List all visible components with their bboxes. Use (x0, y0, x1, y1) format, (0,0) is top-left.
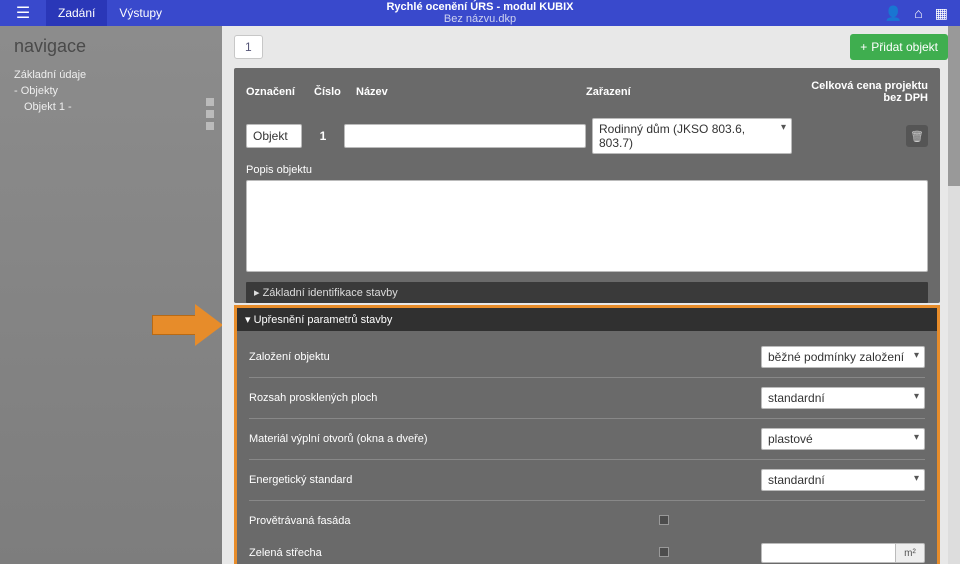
energeticky-select[interactable]: standardní (761, 469, 925, 491)
apps-icon[interactable]: ▦ (935, 5, 948, 22)
nav-item[interactable]: Základní údaje (14, 67, 208, 83)
object-number: 1 (308, 129, 338, 143)
param-label: Materiál výplní otvorů (okna a dveře) (249, 433, 609, 445)
col-oznaceni: Označení (246, 86, 302, 98)
trash-icon: 🗑 (910, 130, 924, 143)
strecha-area-input[interactable] (761, 543, 895, 563)
nav-item[interactable]: - Objekty (14, 83, 208, 99)
param-label: Zelená střecha (249, 547, 609, 559)
param-label: Založení objektu (249, 351, 609, 363)
popis-textarea[interactable] (246, 180, 928, 272)
nav-marker (206, 122, 214, 130)
col-cislo: Číslo (314, 86, 344, 98)
section-upresneni: ▾ Upřesnění parametrů stavby Založení ob… (234, 305, 940, 564)
zarazeni-select[interactable]: Rodinný dům (JKSO 803.6, 803.7) (592, 118, 792, 154)
popis-label: Popis objektu (246, 164, 928, 176)
main-panel: 1 +Přidat objekt Označení Číslo Název Za… (222, 26, 960, 564)
param-label: Rozsah prosklených ploch (249, 392, 609, 404)
tab-zadani[interactable]: Zadání (46, 0, 107, 26)
object-chip[interactable]: 1 (234, 35, 263, 59)
oznaceni-input[interactable] (246, 124, 302, 148)
nazev-input[interactable] (344, 124, 586, 148)
fasada-checkbox[interactable] (659, 515, 669, 525)
menu-toggle[interactable]: ☰ (0, 3, 46, 23)
proskleni-select[interactable]: standardní (761, 387, 925, 409)
section-header[interactable]: ▾ Upřesnění parametrů stavby (237, 308, 937, 331)
add-object-button[interactable]: +Přidat objekt (850, 34, 948, 60)
nav-title: navigace (0, 26, 222, 63)
nav-subitem[interactable]: Objekt 1 - (14, 99, 208, 115)
col-cena: Celková cena projektu bez DPH (798, 80, 928, 104)
tab-vystupy[interactable]: Výstupy (107, 0, 174, 26)
scrollbar-thumb[interactable] (948, 26, 960, 186)
strecha-checkbox[interactable] (659, 547, 669, 557)
nav-marker (206, 110, 214, 118)
user-icon[interactable]: 👤 (885, 5, 902, 22)
col-zarazeni: Zařazení (586, 86, 786, 98)
col-nazev: Název (356, 86, 574, 98)
callout-arrow (152, 304, 224, 346)
param-label: Provětrávaná fasáda (249, 515, 609, 527)
scrollbar[interactable] (948, 26, 960, 564)
plus-icon: + (860, 40, 867, 54)
section-basic-id[interactable]: ▸ Základní identifikace stavby (246, 282, 928, 303)
unit-m2: m² (895, 543, 925, 563)
zalozeni-select[interactable]: běžné podmínky založení (761, 346, 925, 368)
nav-marker (206, 98, 214, 106)
home-icon[interactable]: ⌂ (914, 5, 922, 22)
delete-object-button[interactable]: 🗑 (906, 125, 928, 147)
sidebar: navigace Základní údaje - Objekty Objekt… (0, 26, 222, 564)
param-label: Energetický standard (249, 474, 609, 486)
material-select[interactable]: plastové (761, 428, 925, 450)
